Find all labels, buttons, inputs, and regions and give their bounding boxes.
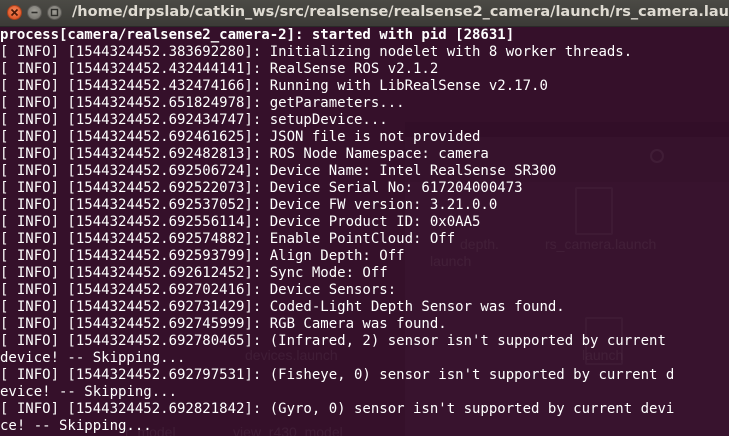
terminal-line: [ INFO] [1544324452.692522073]: Device S… [0, 180, 523, 196]
terminal-line: [ INFO] [1544324452.432474166]: Running … [0, 78, 548, 94]
terminal-line: [ INFO] [1544324452.692434747]: setupDev… [0, 112, 388, 128]
terminal-line: [ INFO] [1544324452.692797531]: (Fisheye… [0, 367, 675, 383]
terminal-line: [ INFO] [1544324452.692482813]: ROS Node… [0, 146, 489, 162]
terminal-lines: process[camera/realsense2_camera-2]: sta… [0, 27, 674, 435]
terminal-line: [ INFO] [1544324452.692593799]: Align De… [0, 248, 405, 264]
close-icon [10, 8, 19, 17]
terminal-line: device! -- Skipping... [0, 350, 186, 366]
terminal-line: [ INFO] [1544324452.692574882]: Enable P… [0, 231, 456, 247]
terminal-line: [ INFO] [1544324452.692612452]: Sync Mod… [0, 265, 388, 281]
close-button[interactable] [7, 5, 22, 20]
minimize-icon [31, 11, 38, 14]
terminal-line: [ INFO] [1544324452.432444141]: RealSens… [0, 61, 439, 77]
title-bar[interactable]: /home/drpslab/catkin_ws/src/realsense/re… [0, 0, 729, 27]
terminal-line: [ INFO] [1544324452.692780465]: (Infrare… [0, 333, 666, 349]
terminal-line: [ INFO] [1544324452.692745999]: RGB Came… [0, 316, 447, 332]
terminal-line: [ INFO] [1544324452.692506724]: Device N… [0, 163, 557, 179]
terminal-line: [ INFO] [1544324452.692537052]: Device F… [0, 197, 498, 213]
terminal-line: [ INFO] [1544324452.692702416]: Device S… [0, 282, 397, 298]
terminal-line: [ INFO] [1544324452.692556114]: Device P… [0, 214, 481, 230]
window-title: /home/drpslab/catkin_ws/src/realsense/re… [72, 4, 729, 20]
minimize-button[interactable] [27, 5, 42, 20]
terminal-output[interactable]: process[camera/realsense2_camera-2]: sta… [0, 27, 729, 436]
terminal-line: [ INFO] [1544324452.692731429]: Coded-Li… [0, 299, 565, 315]
terminal-line: [ INFO] [1544324452.651824978]: getParam… [0, 95, 405, 111]
terminal-line: [ INFO] [1544324452.692821842]: (Gyro, 0… [0, 401, 675, 417]
terminal-line: [ INFO] [1544324452.692461625]: JSON fil… [0, 129, 481, 145]
terminal-line: ce! -- Skipping... [0, 418, 152, 434]
terminal-line: process[camera/realsense2_camera-2]: sta… [0, 27, 515, 43]
terminal-line: evice! -- Skipping... [0, 384, 178, 400]
terminal-window: /home/drpslab/catkin_ws/src/realsense/re… [0, 0, 729, 436]
maximize-icon [50, 8, 59, 17]
terminal-line: [ INFO] [1544324452.383692280]: Initiali… [0, 44, 633, 60]
maximize-button[interactable] [47, 5, 62, 20]
